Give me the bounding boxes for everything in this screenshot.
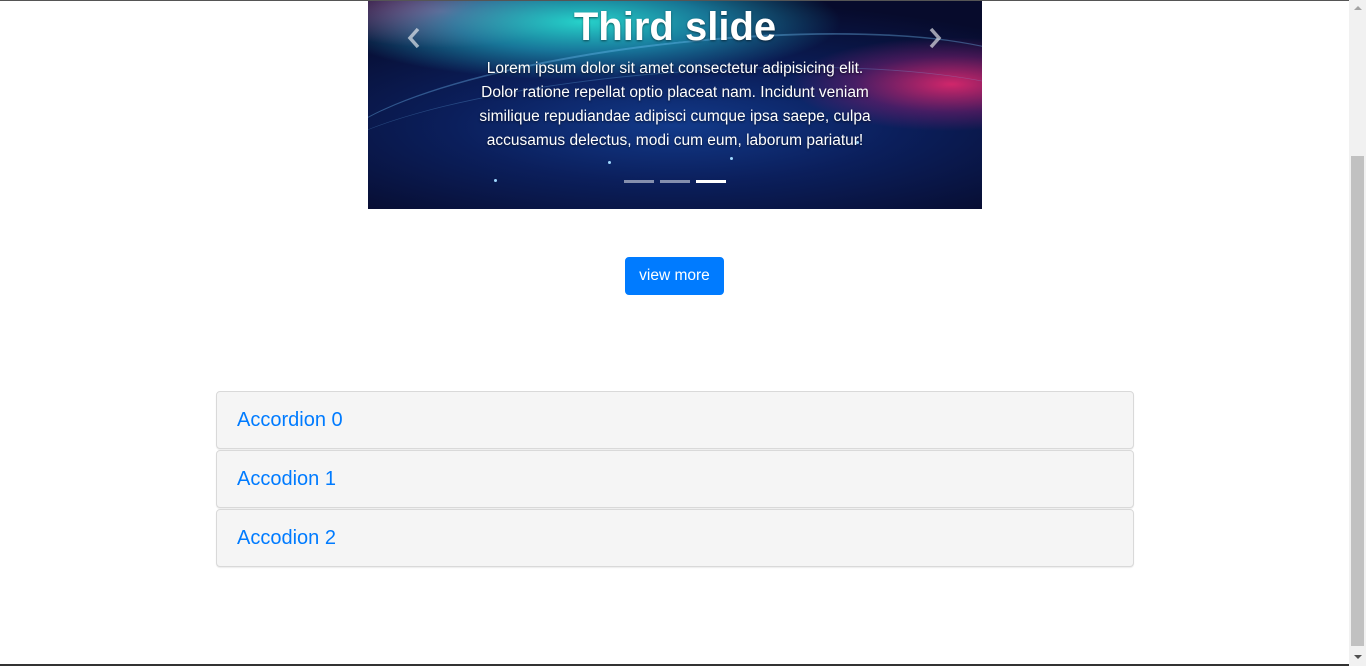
carousel-next-button[interactable] — [920, 23, 950, 53]
slide-caption: Lorem ipsum dolor sit amet consectetur a… — [479, 60, 871, 149]
accordion-item-1[interactable]: Accodion 1 — [216, 450, 1134, 508]
slide-title: Third slide — [573, 5, 777, 49]
scrollbar-thumb[interactable] — [1351, 156, 1364, 646]
accordion-item-2-link[interactable]: Accodion 2 — [237, 527, 336, 550]
vertical-scrollbar[interactable] — [1349, 0, 1366, 666]
decorative-star — [608, 161, 611, 164]
scroll-up-arrow[interactable] — [1349, 0, 1366, 17]
accordion-item-0-link[interactable]: Accordion 0 — [237, 409, 343, 432]
carousel-indicator-2[interactable] — [696, 180, 726, 183]
accordion: Accordion 0 Accodion 1 Accodion 2 — [216, 391, 1134, 568]
carousel-indicator-1[interactable] — [660, 180, 690, 183]
decorative-star — [494, 179, 497, 182]
arrow-down-icon — [1353, 655, 1362, 659]
chevron-left-icon — [407, 27, 420, 49]
accordion-item-2[interactable]: Accodion 2 — [216, 509, 1134, 567]
scroll-down-arrow[interactable] — [1349, 649, 1366, 666]
view-more-button[interactable]: view more — [625, 257, 724, 295]
carousel-prev-button[interactable] — [399, 23, 429, 53]
arrow-up-icon — [1353, 6, 1362, 10]
decorative-star — [730, 157, 733, 160]
carousel: Third slide Lorem ipsum dolor sit amet c… — [368, 1, 982, 209]
carousel-indicators — [624, 180, 726, 184]
chevron-right-icon — [929, 27, 942, 49]
carousel-indicator-0[interactable] — [624, 180, 654, 183]
accordion-item-1-link[interactable]: Accodion 1 — [237, 468, 336, 491]
accordion-item-0[interactable]: Accordion 0 — [216, 391, 1134, 449]
